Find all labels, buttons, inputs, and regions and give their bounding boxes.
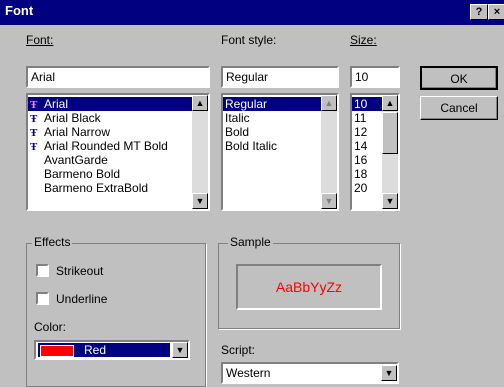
font-list-item[interactable]: Ŧ Arial Black — [28, 111, 192, 125]
truetype-icon: Ŧ — [30, 99, 38, 111]
size-label: Size: — [350, 33, 377, 47]
underline-label[interactable]: Underline — [56, 292, 107, 306]
size-item-label: 12 — [354, 125, 368, 139]
font-list-item[interactable]: Ŧ Arial Narrow — [28, 125, 192, 139]
size-list-item[interactable]: 10 — [352, 97, 382, 111]
style-item-label: Bold Italic — [225, 139, 278, 153]
font-list[interactable]: Ŧ Arial Ŧ Arial Black Ŧ Arial Narrow Ŧ Arial Ro… — [26, 93, 210, 211]
font-item-label: Arial — [44, 97, 69, 111]
dropdown-arrow-icon[interactable]: ▼ — [381, 365, 397, 381]
style-list-item[interactable]: Regular — [223, 97, 321, 111]
style-item-label: Italic — [225, 111, 250, 125]
style-list-item[interactable]: Bold Italic — [223, 139, 321, 153]
size-list-item[interactable]: 20 — [352, 181, 382, 195]
script-label: Script: — [221, 343, 256, 357]
font-style-label: Font style: — [221, 33, 277, 47]
font-list-scrollbar[interactable]: ▲ ▼ — [192, 95, 208, 209]
script-dropdown[interactable]: Western ▼ — [221, 362, 399, 384]
effects-label: Effects — [32, 235, 73, 249]
font-item-label: Arial Narrow — [44, 125, 111, 139]
scroll-down-arrow-icon[interactable]: ▼ — [382, 193, 398, 209]
font-list-item[interactable]: AvantGarde — [28, 153, 192, 167]
size-input[interactable]: 10 — [350, 66, 400, 88]
truetype-icon: Ŧ — [30, 141, 38, 153]
window-title: Font — [5, 3, 34, 18]
size-list-item[interactable]: 18 — [352, 167, 382, 181]
size-item-label: 14 — [354, 139, 368, 153]
sample-label: Sample — [228, 235, 273, 249]
size-item-label: 20 — [354, 181, 368, 195]
font-list-item[interactable]: Ŧ Arial — [28, 97, 192, 111]
size-item-label: 16 — [354, 153, 368, 167]
style-list-item[interactable]: Italic — [223, 111, 321, 125]
size-list-scrollbar[interactable]: ▲ ▼ — [382, 95, 398, 209]
font-label-text: Font: — [26, 33, 54, 47]
truetype-icon: Ŧ — [30, 127, 38, 139]
font-input[interactable]: Arial — [26, 66, 210, 88]
size-list[interactable]: 10 11 12 14 16 18 20 ▲ ▼ — [350, 93, 400, 211]
size-label-text: Size: — [350, 33, 377, 47]
size-item-label: 18 — [354, 167, 368, 181]
title-bar — [0, 0, 504, 25]
size-list-item[interactable]: 11 — [352, 111, 382, 125]
size-item-label: 10 — [354, 97, 368, 111]
style-item-label: Regular — [225, 97, 268, 111]
cancel-button[interactable]: Cancel — [420, 96, 498, 120]
dropdown-arrow-icon[interactable]: ▼ — [172, 342, 188, 358]
help-button[interactable]: ? — [470, 4, 488, 20]
truetype-icon: Ŧ — [30, 113, 38, 125]
scroll-down-arrow-icon: ▼ — [321, 193, 337, 209]
style-list-item[interactable]: Bold — [223, 125, 321, 139]
ok-button[interactable]: OK — [420, 66, 498, 90]
font-item-label: Arial Black — [44, 111, 101, 125]
effects-group — [26, 243, 206, 387]
scroll-thumb[interactable] — [382, 112, 398, 154]
color-label: Color: — [34, 320, 67, 334]
font-item-label: AvantGarde — [44, 153, 108, 167]
size-list-item[interactable]: 14 — [352, 139, 382, 153]
size-list-item[interactable]: 16 — [352, 153, 382, 167]
scroll-up-arrow-icon[interactable]: ▲ — [382, 95, 398, 111]
strikeout-checkbox[interactable] — [36, 264, 49, 277]
style-item-label: Bold — [225, 125, 250, 139]
font-list-item[interactable]: Barmeno Bold — [28, 167, 192, 181]
font-item-label: Barmeno ExtraBold — [44, 181, 149, 195]
font-style-list[interactable]: Regular Italic Bold Bold Italic ▲ ▼ — [221, 93, 339, 211]
size-list-item[interactable]: 12 — [352, 125, 382, 139]
strikeout-label[interactable]: Strikeout — [56, 264, 103, 278]
color-value: Red — [84, 343, 107, 357]
script-value: Western — [226, 366, 271, 380]
size-item-label: 11 — [354, 111, 367, 125]
color-swatch — [40, 345, 74, 357]
close-button[interactable]: × — [488, 4, 504, 20]
font-item-label: Barmeno Bold — [44, 167, 121, 181]
color-dropdown[interactable]: Red ▼ — [34, 340, 190, 360]
scroll-up-arrow-icon[interactable]: ▲ — [192, 95, 208, 111]
font-label: Font: — [26, 33, 53, 47]
sample-preview: AaBbYyZz — [236, 264, 382, 310]
scroll-up-arrow-icon: ▲ — [321, 95, 337, 111]
font-style-input[interactable]: Regular — [221, 66, 339, 88]
font-list-item[interactable]: Barmeno ExtraBold — [28, 181, 192, 195]
underline-checkbox[interactable] — [36, 292, 49, 305]
font-style-scrollbar: ▲ ▼ — [321, 95, 337, 209]
font-list-item[interactable]: Ŧ Arial Rounded MT Bold — [28, 139, 192, 153]
scroll-down-arrow-icon[interactable]: ▼ — [192, 193, 208, 209]
font-item-label: Arial Rounded MT Bold — [44, 139, 168, 153]
